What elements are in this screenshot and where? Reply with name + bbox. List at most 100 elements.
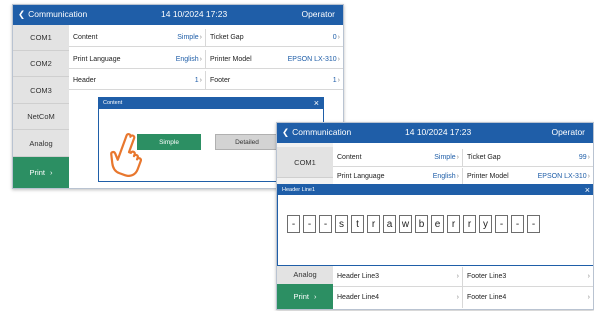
tab-netcom[interactable]: NetCoM	[13, 104, 69, 130]
setting-label: Header Line4	[337, 294, 380, 301]
footer-setting[interactable]: Footer 1›	[206, 71, 343, 89]
setting-value: Simple	[434, 154, 456, 161]
character-box[interactable]: -	[287, 215, 300, 233]
setting-label: Footer Line4	[467, 294, 507, 301]
printer-model-setting[interactable]: Printer Model EPSON LX-310›	[463, 168, 593, 184]
chevron-right-icon: ›	[587, 273, 590, 280]
chevron-right-icon: ›	[587, 294, 590, 301]
chevron-right-icon: ›	[337, 55, 340, 63]
character-box[interactable]: -	[495, 215, 508, 233]
setting-label: Printer Model	[210, 55, 252, 63]
setting-label: Print Language	[337, 172, 385, 180]
tab-label: Print	[29, 168, 45, 177]
user-role: Operator	[301, 9, 335, 19]
header-setting[interactable]: Header 1›	[69, 71, 206, 89]
setting-label: Printer Model	[467, 172, 509, 180]
character-box[interactable]: -	[303, 215, 316, 233]
header-line4-setting[interactable]: Header Line4 ›	[333, 287, 463, 308]
content-setting[interactable]: Content Simple›	[333, 149, 463, 166]
chevron-left-icon: ❮	[18, 9, 26, 19]
ticket-gap-setting[interactable]: Ticket Gap 0›	[206, 29, 343, 46]
settings-row: Content Simple› Ticket Gap 0›	[69, 29, 343, 47]
top-bar: ❮ Communication 14 10/2024 17:23 Operator	[13, 5, 343, 25]
character-box[interactable]: t	[351, 215, 364, 233]
character-box[interactable]: y	[479, 215, 492, 233]
character-input-strip[interactable]: ---strawberry---	[287, 215, 540, 233]
setting-value: 1	[194, 76, 199, 84]
tab-label: COM1	[294, 157, 316, 167]
character-box[interactable]: -	[511, 215, 524, 233]
datetime: 14 10/2024 17:23	[161, 9, 228, 19]
tab-label: COM3	[30, 85, 52, 95]
setting-label: Header	[73, 76, 96, 84]
character-box[interactable]: r	[367, 215, 380, 233]
character-box[interactable]: r	[447, 215, 460, 233]
back-button[interactable]: ❮ Communication	[18, 9, 87, 20]
dialog-title: Content	[103, 100, 123, 106]
setting-label: Ticket Gap	[467, 154, 501, 161]
character-box[interactable]: e	[431, 215, 444, 233]
character-box[interactable]: -	[319, 215, 332, 233]
close-icon[interactable]: ×	[314, 98, 319, 109]
setting-value: EPSON LX-310	[537, 172, 587, 180]
tab-com3[interactable]: COM3	[13, 77, 69, 104]
simple-button[interactable]: Simple	[137, 134, 201, 150]
setting-label: Footer	[210, 76, 231, 84]
tab-label: NetCoM	[27, 112, 55, 121]
ticket-gap-setting[interactable]: Ticket Gap 99›	[463, 149, 593, 166]
tab-analog[interactable]: Analog	[13, 130, 69, 157]
user-role: Operator	[551, 127, 585, 137]
setting-label: Content	[73, 34, 98, 41]
chevron-right-icon: ›	[587, 172, 590, 180]
back-label: Communication	[292, 127, 352, 137]
tab-print[interactable]: Print ›	[277, 284, 333, 309]
settings-row: Header Line4 › Footer Line4 ›	[333, 287, 593, 308]
dialog-header: Header Line1 ×	[278, 185, 593, 195]
print-language-setting[interactable]: Print Language English›	[69, 50, 206, 68]
tab-com2[interactable]: COM2	[13, 51, 69, 77]
footer-line4-setting[interactable]: Footer Line4 ›	[463, 287, 593, 308]
detailed-button[interactable]: Detailed	[215, 134, 279, 150]
settings-row: Print Language English› Printer Model EP…	[69, 50, 343, 69]
character-box[interactable]: a	[383, 215, 396, 233]
header-line-dialog: Header Line1 × ---strawberry---	[277, 184, 593, 266]
chevron-right-icon: ›	[313, 292, 317, 301]
chevron-right-icon: ›	[456, 273, 459, 280]
printer-model-setting[interactable]: Printer Model EPSON LX-310›	[206, 50, 343, 68]
character-box[interactable]: s	[335, 215, 348, 233]
tab-label: Analog	[293, 269, 317, 279]
setting-value: English	[175, 55, 199, 63]
setting-value: 99	[578, 154, 587, 161]
tab-label: COM1	[30, 33, 52, 42]
settings-row: Header Line3 › Footer Line3 ›	[333, 267, 593, 287]
chevron-right-icon: ›	[199, 34, 202, 41]
tab-analog[interactable]: Analog	[277, 264, 333, 285]
tab-print[interactable]: Print ›	[13, 157, 69, 188]
chevron-right-icon: ›	[199, 76, 202, 84]
settings-row: Print Language English› Printer Model EP…	[333, 168, 593, 185]
header-line3-setting[interactable]: Header Line3 ›	[333, 267, 463, 286]
chevron-right-icon: ›	[337, 76, 340, 84]
back-label: Communication	[28, 9, 88, 19]
chevron-left-icon: ❮	[282, 127, 290, 137]
content-setting[interactable]: Content Simple›	[69, 29, 206, 46]
hand-pointer-icon	[110, 133, 143, 177]
setting-value: English	[432, 172, 456, 180]
top-bar: ❮ Communication 14 10/2024 17:23 Operator	[277, 123, 593, 143]
footer-line3-setting[interactable]: Footer Line3 ›	[463, 267, 593, 286]
character-box[interactable]: r	[463, 215, 476, 233]
sidebar: COM1 COM2 COM3 NetCoM Analog Print ›	[13, 25, 69, 188]
tab-com1[interactable]: COM1	[277, 147, 333, 178]
setting-value: Simple	[177, 34, 199, 41]
character-box[interactable]: w	[399, 215, 412, 233]
setting-value: 1	[332, 76, 337, 84]
close-icon[interactable]: ×	[585, 185, 590, 195]
tab-com1[interactable]: COM1	[13, 25, 69, 51]
setting-label: Print Language	[73, 55, 121, 63]
tab-label: Print	[293, 292, 309, 301]
print-language-setting[interactable]: Print Language English›	[333, 168, 463, 184]
character-box[interactable]: b	[415, 215, 428, 233]
back-button[interactable]: ❮ Communication	[282, 127, 351, 138]
character-box[interactable]: -	[527, 215, 540, 233]
screen-header-line-editor: ❮ Communication 14 10/2024 17:23 Operator…	[276, 122, 594, 310]
